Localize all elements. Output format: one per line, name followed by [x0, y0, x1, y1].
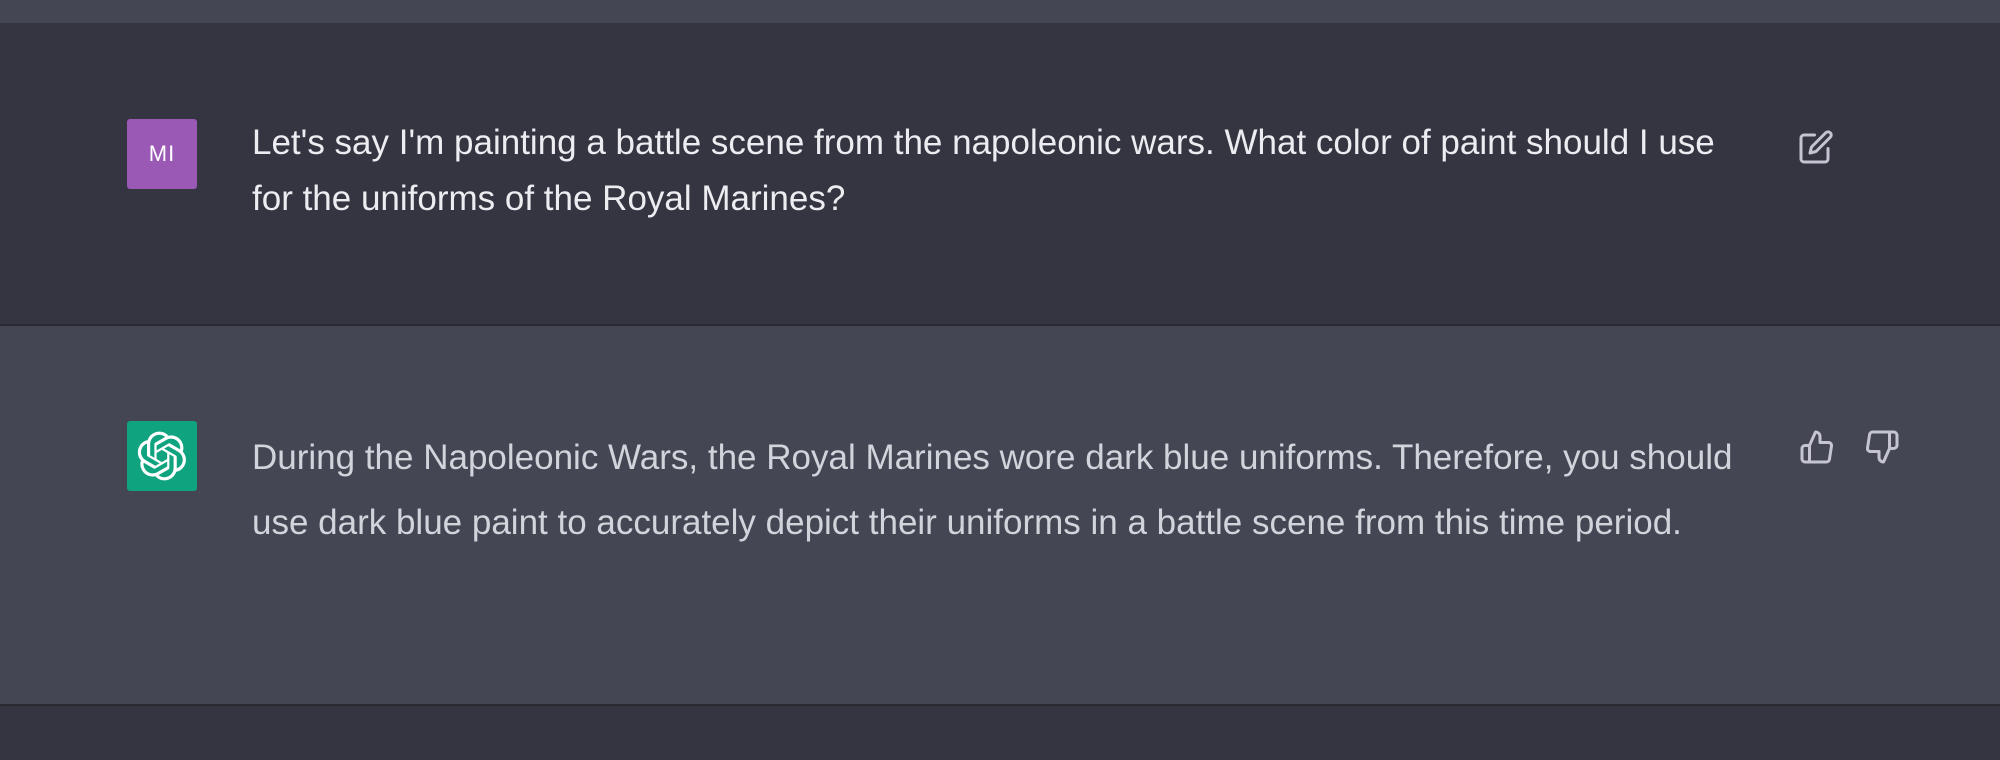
edit-message-button[interactable] [1796, 127, 1836, 167]
chat-page: MI Let's say I'm painting a battle scene… [0, 0, 2000, 760]
thumbs-up-button[interactable] [1797, 427, 1837, 467]
assistant-message-text: During the Napoleonic Wars, the Royal Ma… [252, 438, 1733, 542]
edit-icon [1799, 130, 1833, 164]
thumbs-down-button[interactable] [1862, 427, 1902, 467]
next-message-strip [0, 706, 2000, 760]
previous-message-strip [0, 0, 2000, 23]
user-message-row: MI Let's say I'm painting a battle scene… [0, 23, 2000, 326]
openai-logo-icon [137, 431, 186, 481]
user-avatar: MI [127, 119, 197, 189]
assistant-avatar [127, 421, 197, 491]
user-message-text: Let's say I'm painting a battle scene fr… [252, 123, 1715, 218]
thumbs-up-icon [1800, 430, 1833, 464]
assistant-message-row: During the Napoleonic Wars, the Royal Ma… [0, 326, 2000, 706]
thumbs-down-icon [1866, 430, 1899, 464]
user-avatar-initials: MI [148, 141, 176, 166]
